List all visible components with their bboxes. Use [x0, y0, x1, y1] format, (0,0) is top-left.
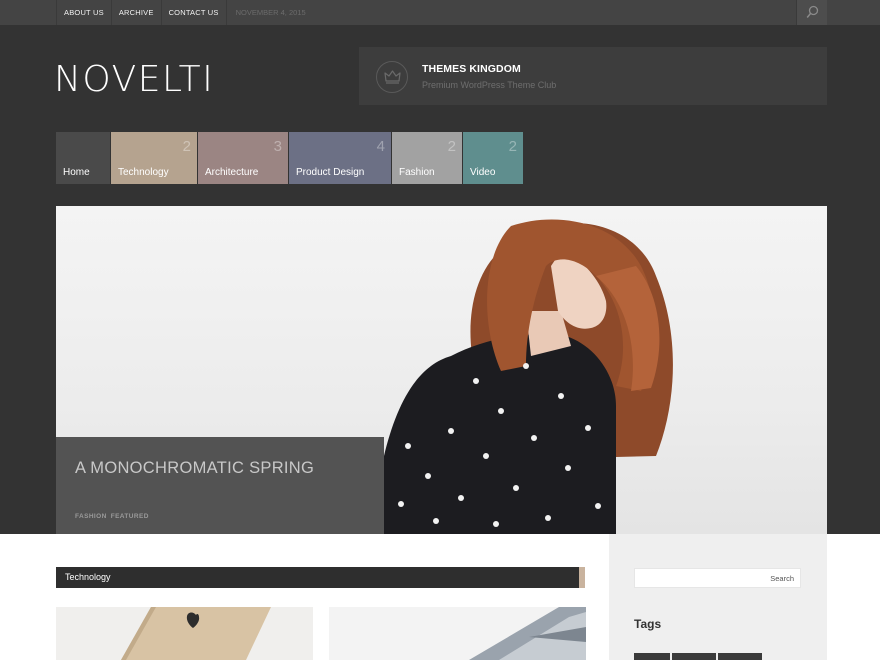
top-nav: ABOUT US ARCHIVE CONTACT US NOVEMBER 4, …: [56, 0, 315, 25]
section-accent: [579, 567, 585, 588]
promo-banner[interactable]: THEMES KINGDOM Premium WordPress Theme C…: [359, 47, 827, 105]
search-icon: [806, 5, 819, 18]
sidebar-search-button[interactable]: Search: [770, 574, 794, 583]
section-title: Technology: [65, 572, 111, 582]
tag-featured[interactable]: FEATURED: [111, 513, 149, 520]
menu-item-count: 2: [447, 138, 456, 155]
menu-item-count: 4: [376, 138, 385, 155]
featured-tags: FASHION FEATURED: [75, 513, 149, 520]
menu-item-architecture[interactable]: 3 Architecture: [198, 132, 288, 184]
menu-item-count: 2: [182, 138, 191, 155]
top-nav-archive[interactable]: ARCHIVE: [110, 0, 161, 25]
tag-chip[interactable]: [672, 653, 716, 660]
menu-item-count: 3: [273, 138, 282, 155]
featured-title[interactable]: A MONOCHROMATIC SPRING: [75, 459, 314, 478]
crown-emblem-icon: [376, 61, 408, 93]
menu-item-video[interactable]: 2 Video: [463, 132, 523, 184]
featured-slider[interactable]: A MONOCHROMATIC SPRING FASHION FEATURED: [56, 206, 827, 534]
menu-item-label: Architecture: [205, 167, 259, 178]
section-header: Technology: [56, 567, 585, 588]
menu-item-technology[interactable]: 2 Technology: [111, 132, 197, 184]
menu-item-label: Fashion: [399, 167, 435, 178]
category-menu: Home 2 Technology 3 Architecture 4 Produ…: [56, 132, 524, 184]
menu-item-label: Home: [63, 167, 90, 178]
post-thumbnail[interactable]: [329, 607, 586, 660]
tag-fashion[interactable]: FASHION: [75, 513, 107, 520]
menu-item-label: Video: [470, 167, 496, 178]
post-thumbnail[interactable]: [56, 607, 313, 660]
menu-item-label: Product Design: [296, 167, 365, 178]
top-bar: ABOUT US ARCHIVE CONTACT US NOVEMBER 4, …: [0, 0, 880, 25]
menu-item-fashion[interactable]: 2 Fashion: [392, 132, 462, 184]
sidebar: Search Tags: [609, 534, 827, 660]
featured-caption[interactable]: A MONOCHROMATIC SPRING FASHION FEATURED: [56, 437, 384, 534]
main-content: Technology Search Tags: [0, 534, 880, 660]
sidebar-search-input[interactable]: Search: [634, 568, 801, 588]
search-toggle-button[interactable]: [796, 0, 827, 25]
tag-chip[interactable]: [718, 653, 762, 660]
promo-subtitle: Premium WordPress Theme Club: [422, 80, 557, 90]
menu-item-count: 2: [508, 138, 517, 155]
promo-title: THEMES KINGDOM: [422, 63, 521, 75]
top-nav-about-us[interactable]: ABOUT US: [56, 0, 111, 25]
tags-widget-title: Tags: [634, 617, 662, 631]
site-logo[interactable]: NOVELTI: [54, 60, 214, 100]
menu-item-product-design[interactable]: 4 Product Design: [289, 132, 391, 184]
tag-chip[interactable]: [634, 653, 670, 660]
top-nav-contact-us[interactable]: CONTACT US: [160, 0, 226, 25]
menu-item-home[interactable]: Home: [56, 132, 110, 184]
menu-item-label: Technology: [118, 167, 169, 178]
current-date: NOVEMBER 4, 2015: [225, 0, 315, 25]
